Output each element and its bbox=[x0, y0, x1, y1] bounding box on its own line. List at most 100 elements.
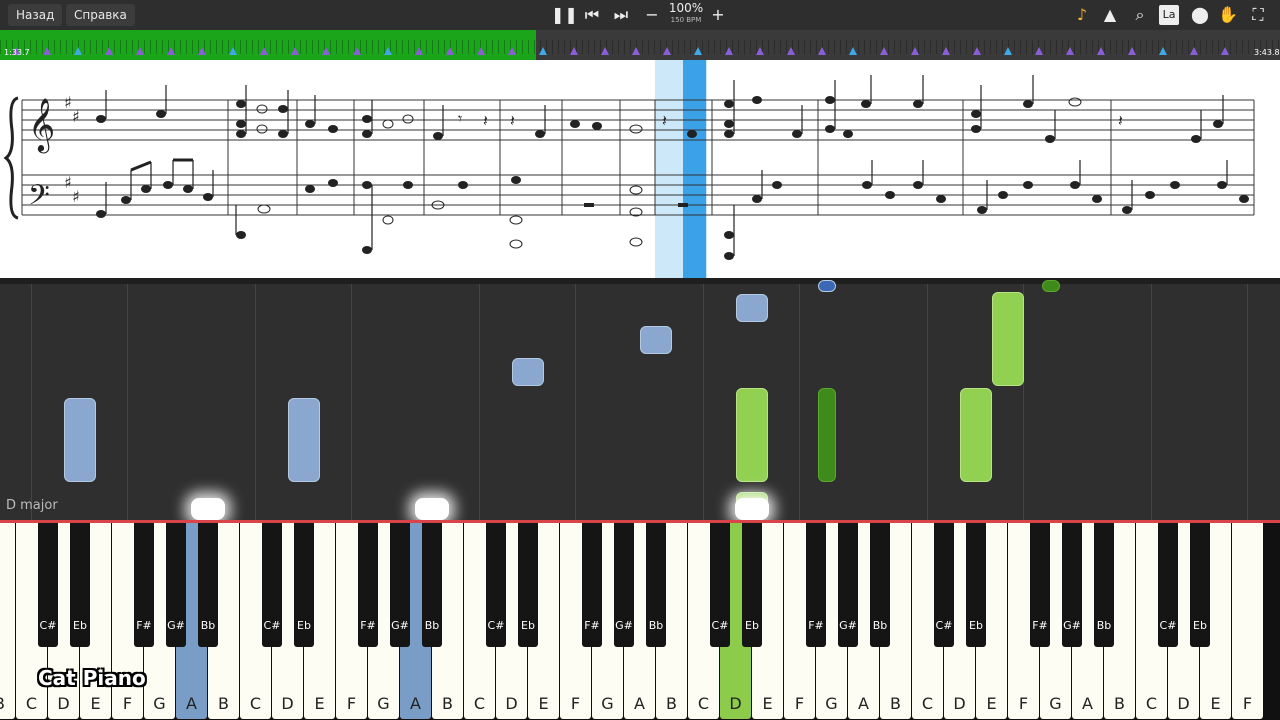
white-key-label: C bbox=[697, 694, 710, 713]
falling-note bbox=[1042, 280, 1060, 292]
black-key[interactable]: Eb bbox=[518, 523, 538, 647]
timeline-marker bbox=[446, 47, 454, 55]
key-signature-label: D major bbox=[6, 498, 58, 513]
piano-keyboard[interactable]: BCDEFGABCDEFGABCDEFGABCDEFGABCDEFGABCDEF… bbox=[0, 523, 1280, 720]
key-label-icon[interactable]: La bbox=[1159, 5, 1179, 25]
black-key-label: G# bbox=[167, 619, 185, 632]
black-key-label: C# bbox=[263, 619, 281, 632]
white-key-label: F bbox=[570, 694, 581, 713]
white-key-label: G bbox=[377, 694, 390, 713]
white-key-label: C bbox=[249, 694, 262, 713]
timeline-marker bbox=[725, 47, 733, 55]
black-key-label: F# bbox=[360, 619, 376, 632]
black-key-label: Bb bbox=[200, 619, 216, 632]
falling-note bbox=[818, 280, 836, 292]
white-key-label: C bbox=[921, 694, 934, 713]
note-icon[interactable]: ♪ bbox=[1072, 5, 1092, 25]
white-key-label: A bbox=[186, 694, 197, 713]
black-key[interactable]: C# bbox=[486, 523, 506, 647]
falling-note bbox=[960, 388, 992, 482]
black-key[interactable]: Bb bbox=[422, 523, 442, 647]
help-button[interactable]: Справка bbox=[66, 4, 135, 26]
gridline bbox=[575, 284, 576, 522]
black-key[interactable]: Bb bbox=[1094, 523, 1114, 647]
black-key-label: Bb bbox=[872, 619, 888, 632]
white-key-label: G bbox=[825, 694, 838, 713]
white-key-label: B bbox=[442, 694, 453, 713]
black-key[interactable]: G# bbox=[390, 523, 410, 647]
white-key[interactable]: F bbox=[1232, 523, 1263, 719]
svg-text:𝄾: 𝄾 bbox=[458, 109, 462, 128]
black-key[interactable]: G# bbox=[1062, 523, 1082, 647]
black-key-label: Bb bbox=[648, 619, 664, 632]
white-key-label: A bbox=[410, 694, 421, 713]
black-key[interactable]: C# bbox=[710, 523, 730, 647]
metronome-icon[interactable]: ▲ bbox=[1100, 5, 1120, 25]
skip-back-icon[interactable]: ⏮ bbox=[582, 5, 602, 25]
progress-timeline[interactable]: 1:33.7 3:43.8 bbox=[0, 30, 1280, 60]
white-key-label: F bbox=[794, 694, 805, 713]
black-key[interactable]: F# bbox=[806, 523, 826, 647]
pause-icon[interactable]: ❚❚ bbox=[551, 5, 578, 25]
black-key-label: F# bbox=[1032, 619, 1048, 632]
timeline-marker bbox=[105, 47, 113, 55]
location-pin-icon[interactable]: ⬤ bbox=[1190, 5, 1210, 25]
white-key-label: E bbox=[1210, 694, 1221, 713]
black-key[interactable]: C# bbox=[934, 523, 954, 647]
black-key-label: G# bbox=[839, 619, 857, 632]
black-key[interactable]: F# bbox=[134, 523, 154, 647]
timeline-marker bbox=[942, 47, 950, 55]
timeline-marker bbox=[415, 47, 423, 55]
fullscreen-icon[interactable]: ⛶ bbox=[1248, 5, 1268, 25]
black-key[interactable]: F# bbox=[358, 523, 378, 647]
timeline-marker bbox=[43, 47, 51, 55]
white-key-label: B bbox=[1114, 694, 1125, 713]
black-key-label: Bb bbox=[1096, 619, 1112, 632]
hand-icon[interactable]: ✋ bbox=[1218, 5, 1238, 25]
skip-forward-icon[interactable]: ⏭ bbox=[611, 5, 631, 25]
back-button[interactable]: Назад bbox=[8, 4, 63, 26]
black-key[interactable]: Bb bbox=[646, 523, 666, 647]
black-key[interactable]: G# bbox=[838, 523, 858, 647]
black-key-label: Eb bbox=[73, 619, 87, 632]
black-key-label: C# bbox=[39, 619, 57, 632]
gridline bbox=[799, 284, 800, 522]
white-key-label: G bbox=[153, 694, 166, 713]
black-key[interactable]: Eb bbox=[70, 523, 90, 647]
black-key[interactable]: G# bbox=[166, 523, 186, 647]
black-key[interactable]: Eb bbox=[1190, 523, 1210, 647]
gridline bbox=[255, 284, 256, 522]
black-key[interactable]: F# bbox=[1030, 523, 1050, 647]
black-key[interactable]: Eb bbox=[966, 523, 986, 647]
minus-icon[interactable]: − bbox=[642, 5, 662, 25]
timeline-marker bbox=[570, 47, 578, 55]
black-key[interactable]: C# bbox=[1158, 523, 1178, 647]
black-key[interactable]: C# bbox=[38, 523, 58, 647]
search-icon[interactable]: ⌕ bbox=[1130, 5, 1150, 25]
black-key[interactable]: Eb bbox=[742, 523, 762, 647]
black-key[interactable]: Bb bbox=[198, 523, 218, 647]
falling-note bbox=[736, 294, 768, 322]
black-key[interactable]: G# bbox=[614, 523, 634, 647]
black-key[interactable]: C# bbox=[262, 523, 282, 647]
timeline-marker bbox=[1190, 47, 1198, 55]
note-roll: D major bbox=[0, 280, 1280, 522]
falling-note bbox=[288, 398, 320, 482]
black-key-label: Eb bbox=[745, 619, 759, 632]
white-key-label: B bbox=[218, 694, 229, 713]
score-svg: 𝄞 𝄢 ♯ ♯ ♯ ♯ 𝄾 𝄽 𝄽 𝄽 𝄽 bbox=[3, 60, 1255, 278]
timeline-marker bbox=[973, 47, 981, 55]
white-key[interactable]: B bbox=[0, 523, 15, 719]
black-key[interactable]: Eb bbox=[294, 523, 314, 647]
timeline-marker bbox=[694, 47, 702, 55]
svg-text:𝄽: 𝄽 bbox=[662, 111, 667, 130]
total-time: 3:43.8 bbox=[1254, 48, 1280, 57]
plus-icon[interactable]: + bbox=[708, 5, 728, 25]
treble-staff bbox=[22, 99, 1254, 141]
gridline bbox=[31, 284, 32, 522]
black-key[interactable]: Bb bbox=[870, 523, 890, 647]
treble-clef: 𝄞 bbox=[28, 97, 55, 153]
timeline-marker bbox=[911, 47, 919, 55]
black-key[interactable]: F# bbox=[582, 523, 602, 647]
timeline-marker bbox=[663, 47, 671, 55]
